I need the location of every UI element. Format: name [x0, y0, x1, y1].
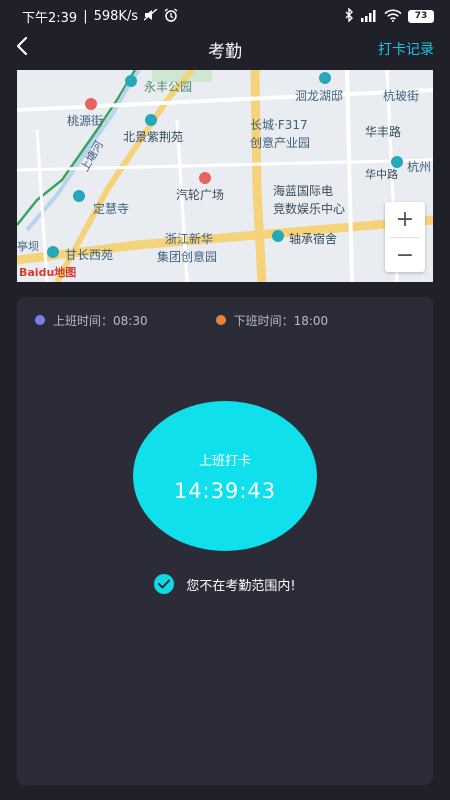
map-label: 北景紫荆苑 — [123, 130, 184, 144]
map-logo: Baidu地图 — [19, 266, 77, 279]
range-status: 您不在考勤范围内! — [17, 574, 433, 594]
map-label: 竞数娱乐中心 — [273, 202, 346, 216]
metro-poi-icon — [85, 98, 97, 110]
bluetooth-icon — [345, 7, 354, 24]
residence-poi-icon — [319, 72, 331, 84]
map-label: 海蓝国际电 — [273, 184, 334, 198]
status-right: 73 — [345, 7, 434, 24]
start-dot-icon — [35, 315, 45, 325]
map-label: 杭州 — [407, 160, 432, 174]
attendance-map[interactable]: 永丰公园 洄龙湖邸 杭玻街 桃源街 北景紫荆苑 长城·F317 创意产业园 华丰… — [17, 70, 433, 282]
map-label: 长城·F317 — [250, 118, 308, 132]
map-label: 集团创意园 — [157, 250, 218, 264]
zoom-controls: + − — [385, 202, 425, 272]
map-label: 桃源街 — [67, 114, 104, 128]
map-label: 轴承宿舍 — [289, 232, 338, 246]
map-label: 汽轮广场 — [176, 188, 225, 202]
range-message: 您不在考勤范围内! — [186, 578, 296, 594]
end-time-label: 下班时间：18:00 — [233, 313, 329, 328]
map-label: 华中路 — [365, 168, 398, 181]
schedule-legend: 上班时间：08:30 下班时间：18:00 — [35, 311, 415, 329]
zoom-out-button[interactable]: − — [385, 238, 425, 273]
end-dot-icon — [215, 315, 226, 325]
check-circle-icon — [154, 574, 175, 594]
map-label: 洄龙湖邸 — [295, 89, 344, 103]
alarm-icon — [164, 8, 178, 24]
residence-poi-icon — [47, 246, 59, 258]
map-label: 甘长西苑 — [65, 248, 114, 262]
temple-poi-icon — [73, 190, 85, 202]
park-poi-icon — [125, 75, 137, 87]
residence-poi-icon — [272, 230, 284, 242]
punch-record-link[interactable]: 打卡记录 — [378, 39, 434, 59]
wifi-icon — [384, 9, 402, 24]
start-time-label: 上班时间：08:30 — [53, 313, 148, 328]
network-speed: 598K/s — [93, 8, 139, 24]
page-title: 考勤 — [208, 41, 242, 62]
battery-icon: 73 — [408, 9, 434, 23]
signal-icon — [360, 9, 378, 24]
map-label: 亭坝 — [17, 240, 39, 253]
status-left: 下午2:39 | 598K/s — [22, 7, 178, 26]
status-bar: 下午2:39 | 598K/s 73 — [0, 0, 450, 32]
status-time: 下午2:39 — [22, 10, 78, 26]
map-label: 创意产业园 — [250, 136, 311, 150]
header: 考勤 打卡记录 — [0, 32, 450, 66]
punch-label: 上班打卡 — [198, 453, 251, 469]
chevron-left-icon — [15, 36, 29, 60]
punch-time: 14:39:43 — [173, 478, 277, 503]
punch-in-button[interactable]: 上班打卡 14:39:43 — [133, 401, 317, 551]
residence-poi-icon — [145, 114, 157, 126]
map-label: 永丰公园 — [144, 80, 193, 94]
back-button[interactable] — [8, 34, 36, 62]
map-label: 定慧寺 — [93, 202, 130, 216]
attendance-card: 上班时间：08:30 下班时间：18:00 上班打卡 14:39:43 您不在考… — [17, 297, 433, 785]
map-label: 华丰路 — [365, 125, 402, 139]
status-separator: | — [83, 8, 88, 24]
end-time-item: 下班时间：18:00 — [215, 312, 329, 329]
start-time-item: 上班时间：08:30 — [35, 312, 148, 329]
mute-icon — [143, 8, 158, 23]
metro-poi-icon — [199, 172, 211, 184]
map-label: 杭玻街 — [383, 89, 420, 103]
zoom-in-button[interactable]: + — [385, 202, 425, 237]
map-label: 浙江新华 — [165, 232, 214, 246]
